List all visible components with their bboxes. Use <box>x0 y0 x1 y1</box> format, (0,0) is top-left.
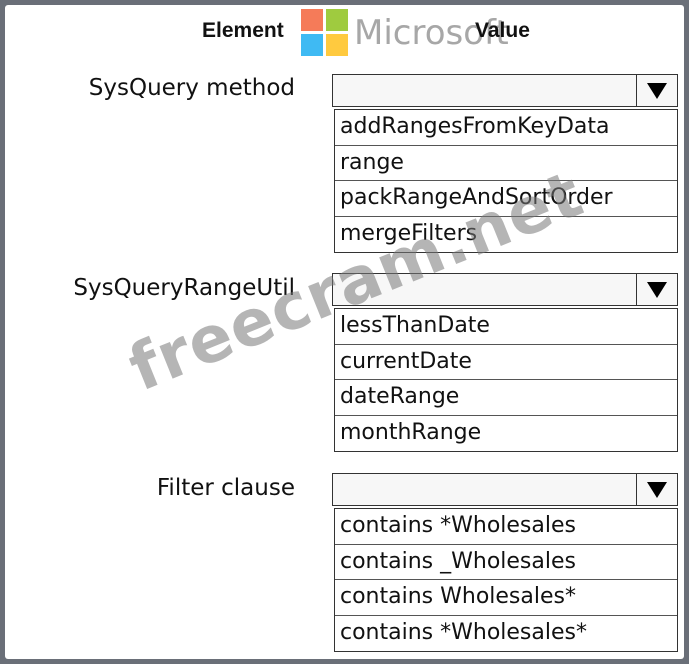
sysqueryrangeutil-options: lessThanDate currentDate dateRange month… <box>334 308 678 452</box>
dropdown-arrow-button[interactable] <box>636 274 677 305</box>
triangle-down-icon <box>647 481 667 498</box>
option-item[interactable]: contains *Wholesales* <box>335 616 677 652</box>
option-item[interactable]: lessThanDate <box>335 309 677 345</box>
option-item[interactable]: contains *Wholesales <box>335 509 677 545</box>
option-item[interactable]: range <box>335 146 677 181</box>
option-item[interactable]: currentDate <box>335 345 677 380</box>
filter-clause-options: contains *Wholesales contains _Wholesale… <box>334 508 678 652</box>
triangle-down-icon <box>647 82 667 99</box>
row-label-sysquery-method: SysQuery method <box>88 75 295 101</box>
question-panel: Microsoft Element Value SysQuery method … <box>5 5 684 659</box>
row-label-filter-clause: Filter clause <box>156 475 295 501</box>
element-column-header: Element <box>202 19 284 42</box>
dropdown-arrow-button[interactable] <box>636 75 677 106</box>
option-item[interactable]: contains _Wholesales <box>335 545 677 580</box>
filter-clause-dropdown[interactable] <box>332 473 678 506</box>
option-item[interactable]: contains Wholesales* <box>335 580 677 616</box>
value-column-header: Value <box>475 19 530 42</box>
option-item[interactable]: dateRange <box>335 380 677 416</box>
triangle-down-icon <box>647 281 667 298</box>
option-item[interactable]: addRangesFromKeyData <box>335 110 677 146</box>
option-item[interactable]: monthRange <box>335 416 677 452</box>
microsoft-logo-icon <box>301 9 348 56</box>
sysquery-method-dropdown[interactable] <box>332 74 678 107</box>
dropdown-arrow-button[interactable] <box>636 474 677 505</box>
